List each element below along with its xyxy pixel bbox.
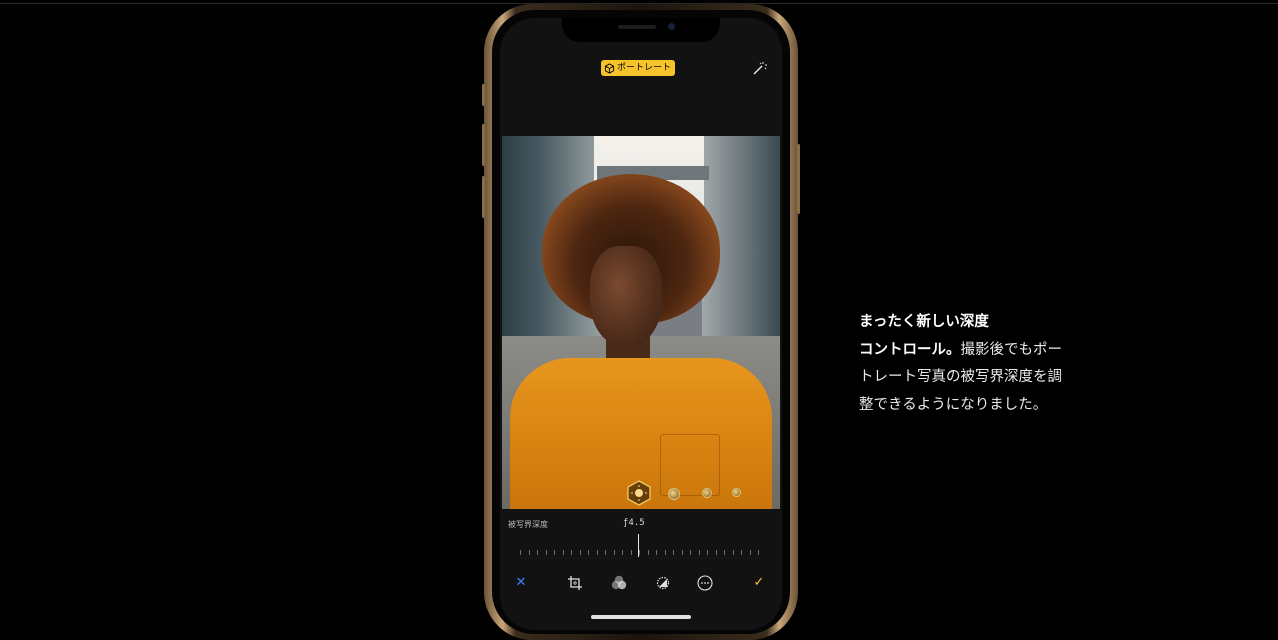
notch bbox=[562, 18, 720, 42]
cancel-icon[interactable]: ✕ bbox=[512, 574, 530, 592]
depth-slider-tick bbox=[571, 550, 572, 555]
front-camera bbox=[668, 23, 675, 30]
depth-slider-tick bbox=[741, 550, 742, 555]
home-indicator[interactable] bbox=[591, 615, 691, 619]
speaker-grille bbox=[618, 25, 656, 29]
done-icon[interactable]: ✓ bbox=[750, 574, 768, 592]
volume-up-button bbox=[482, 124, 485, 166]
portrait-lighting-selector[interactable] bbox=[626, 480, 776, 506]
side-power-button bbox=[797, 144, 800, 214]
depth-slider[interactable] bbox=[520, 532, 762, 558]
filters-icon[interactable] bbox=[610, 574, 628, 592]
depth-slider-tick bbox=[579, 550, 581, 555]
magic-wand-icon[interactable] bbox=[750, 60, 768, 78]
caption-heading-part-1: まったく新しい深度 bbox=[859, 314, 989, 330]
depth-slider-tick bbox=[545, 550, 547, 555]
phone-screen: ポートレート 被写界深度 ƒ4.5 ✕ ✓ bbox=[500, 18, 782, 630]
caption-line-3: トレート写真の被写界深度を調 bbox=[859, 369, 1062, 385]
depth-slider-tick bbox=[698, 550, 700, 555]
depth-slider-tick bbox=[647, 550, 649, 555]
studio-light-icon[interactable] bbox=[668, 488, 680, 500]
depth-slider-tick bbox=[724, 550, 725, 555]
depth-slider-tick bbox=[613, 550, 615, 555]
depth-slider-tick bbox=[690, 550, 691, 555]
cube-icon bbox=[604, 62, 615, 74]
natural-light-icon[interactable] bbox=[626, 480, 652, 506]
depth-slider-tick bbox=[562, 550, 564, 555]
depth-slider-tick bbox=[520, 550, 521, 555]
depth-slider-tick bbox=[622, 550, 623, 555]
depth-slider-tick bbox=[673, 550, 674, 555]
depth-slider-tick bbox=[707, 550, 708, 555]
depth-slider-tick bbox=[554, 550, 555, 555]
portrait-mode-badge[interactable]: ポートレート bbox=[601, 60, 676, 76]
more-icon[interactable] bbox=[696, 574, 714, 592]
caption-line-2: コントロール。撮影後でもポー bbox=[859, 337, 1099, 365]
iphone-device: ポートレート 被写界深度 ƒ4.5 ✕ ✓ bbox=[482, 4, 800, 640]
depth-slider-tick bbox=[715, 550, 717, 555]
depth-slider-tick bbox=[681, 550, 683, 555]
portrait-mode-label: ポートレート bbox=[617, 63, 672, 73]
depth-slider-tick bbox=[758, 550, 759, 555]
caption-line-1: まったく新しい深度 bbox=[859, 309, 1099, 337]
depth-slider-tick bbox=[639, 550, 640, 555]
adjust-icon[interactable] bbox=[654, 574, 672, 592]
depth-slider-tick bbox=[664, 550, 666, 555]
depth-control-label: 被写界深度 bbox=[508, 520, 548, 529]
feature-caption: まったく新しい深度 コントロール。撮影後でもポー トレート写真の被写界深度を調 … bbox=[859, 309, 1099, 419]
caption-body-part-1: 撮影後でもポー bbox=[960, 341, 1063, 358]
volume-down-button bbox=[482, 176, 485, 218]
photo-subject-face bbox=[590, 246, 662, 346]
depth-slider-tick bbox=[749, 550, 751, 555]
stage-light-icon[interactable] bbox=[732, 488, 741, 497]
aperture-value: ƒ4.5 bbox=[623, 518, 645, 528]
crop-icon[interactable] bbox=[566, 574, 584, 592]
depth-slider-tick bbox=[596, 550, 598, 555]
silent-switch bbox=[482, 84, 485, 106]
portrait-photo[interactable] bbox=[502, 136, 780, 509]
depth-slider-tick bbox=[656, 550, 657, 555]
depth-slider-tick bbox=[528, 550, 530, 555]
depth-slider-tick bbox=[732, 550, 734, 555]
caption-heading-part-2: コントロール。 bbox=[859, 341, 961, 358]
depth-slider-tick bbox=[537, 550, 538, 555]
depth-slider-tick bbox=[605, 550, 606, 555]
depth-slider-tick bbox=[630, 550, 632, 555]
contour-light-icon[interactable] bbox=[702, 488, 712, 498]
caption-line-4: 整できるようになりました。 bbox=[859, 396, 1048, 413]
depth-slider-tick bbox=[588, 550, 589, 555]
